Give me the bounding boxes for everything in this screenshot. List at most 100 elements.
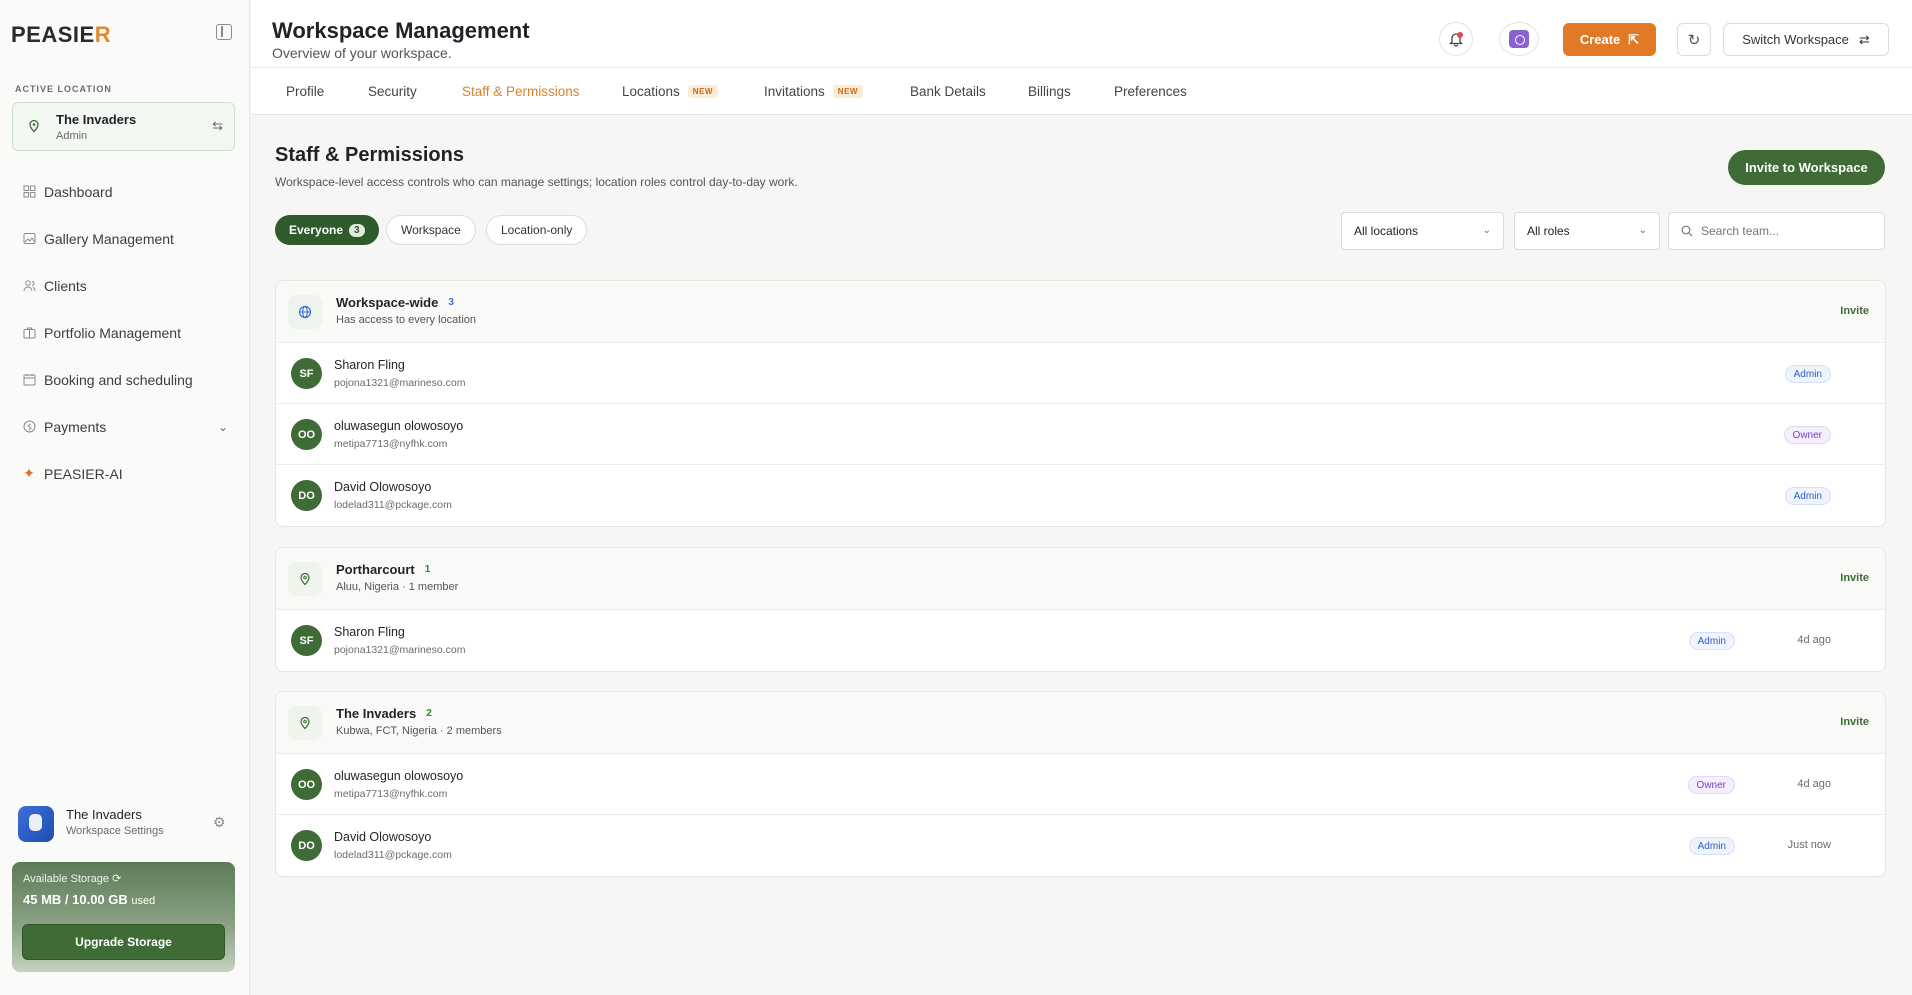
invite-link[interactable]: Invite [1840, 572, 1869, 584]
table-row[interactable]: OO oluwasegun olowosoyo metipa7713@nyfhk… [276, 404, 1885, 465]
workspace-avatar [18, 806, 54, 842]
group-workspace-wide: Workspace-wide 3 Has access to every loca… [275, 280, 1886, 527]
search-box[interactable] [1668, 212, 1885, 250]
main-content: Staff & Permissions Workspace-level acce… [251, 115, 1912, 995]
group-count: 1 [424, 564, 431, 575]
globe-icon [288, 295, 322, 329]
swap-icon[interactable]: ⇆ [212, 118, 223, 134]
member-email: pojona1321@marineso.com [334, 644, 466, 656]
sidebar: PEASIER ACTIVE LOCATION The Invaders Adm… [0, 0, 250, 995]
chevron-down-icon: ⌄ [1638, 225, 1647, 236]
group-subtitle: Kubwa, FCT, Nigeria · 2 members [336, 725, 502, 737]
sync-icon[interactable]: ⟳ [112, 873, 121, 885]
last-active: Just now [1787, 839, 1831, 851]
gallery-icon [22, 232, 36, 246]
filter-location-only[interactable]: Location-only [486, 215, 588, 245]
tab-billings[interactable]: Billings [1028, 84, 1071, 99]
sidebar-item-clients[interactable]: Clients [12, 262, 238, 309]
switch-workspace-button[interactable]: Switch Workspace ⇄ [1723, 23, 1889, 56]
search-input[interactable] [1701, 224, 1871, 238]
role-select[interactable]: All roles ⌄ [1514, 212, 1660, 250]
role-badge: Admin [1688, 837, 1735, 855]
member-email: metipa7713@nyfhk.com [334, 438, 448, 450]
table-row[interactable]: SF Sharon Fling pojona1321@marineso.com … [276, 610, 1885, 671]
invite-link[interactable]: Invite [1840, 716, 1869, 728]
table-row[interactable]: DO David Olowosoyo lodelad311@pckage.com… [276, 465, 1885, 526]
notifications-button[interactable] [1439, 22, 1473, 56]
filter-everyone[interactable]: Everyone 3 [275, 215, 379, 245]
member-name: oluwasegun olowosoyo [334, 769, 464, 783]
brand-logo[interactable]: PEASIER [11, 22, 111, 48]
sidebar-item-booking[interactable]: Booking and scheduling [12, 356, 238, 403]
table-row[interactable]: SF Sharon Fling pojona1321@marineso.com … [276, 343, 1885, 404]
sidebar-collapse-icon[interactable] [216, 24, 232, 40]
section-title: Staff & Permissions [275, 144, 464, 166]
sidebar-item-label: Payments [44, 418, 107, 435]
page-subtitle: Overview of your workspace. [272, 45, 452, 61]
chevron-down-icon[interactable]: ⌄ [218, 420, 228, 434]
group-count: 2 [426, 708, 432, 719]
invite-link[interactable]: Invite [1840, 305, 1869, 317]
group-subtitle: Has access to every location [336, 314, 477, 326]
member-name: Sharon Fling [334, 625, 405, 639]
tab-bank-details[interactable]: Bank Details [910, 84, 986, 99]
role-badge: Admin [1784, 365, 1831, 383]
active-location-name: The Invaders [56, 112, 137, 127]
upgrade-storage-button[interactable]: Upgrade Storage [22, 924, 225, 960]
storage-value: 45 MB / 10.00 GB used [23, 892, 156, 907]
group-name: Portharcourt 1 [336, 562, 431, 577]
sidebar-nav: Dashboard Gallery Management Clients Por… [12, 168, 238, 497]
tab-preferences[interactable]: Preferences [1114, 84, 1187, 99]
group-name: Workspace-wide 3 [336, 295, 454, 310]
location-pin-icon [288, 562, 322, 596]
sidebar-item-label: Gallery Management [44, 230, 174, 247]
workspace-settings-card[interactable]: The Invaders Workspace Settings ⚙ [18, 804, 238, 844]
sidebar-item-label: Dashboard [44, 183, 113, 200]
dashboard-icon [22, 185, 36, 199]
member-name: David Olowosoyo [334, 830, 432, 844]
active-location-role: Admin [56, 130, 88, 142]
avatar: OO [291, 769, 322, 800]
camera-icon [1509, 30, 1529, 48]
sidebar-item-payments[interactable]: $ Payments ⌄ [12, 403, 238, 450]
tab-invitations[interactable]: Invitations NEW [764, 84, 863, 99]
create-button[interactable]: Create ⇱ [1563, 23, 1656, 56]
group-count: 3 [448, 297, 454, 308]
refresh-button[interactable]: ↻ [1677, 23, 1711, 56]
avatar: OO [291, 419, 322, 450]
active-location-card[interactable]: The Invaders Admin ⇆ [12, 102, 235, 151]
sidebar-item-portfolio[interactable]: Portfolio Management [12, 309, 238, 356]
member-name: David Olowosoyo [334, 480, 432, 494]
location-select[interactable]: All locations ⌄ [1341, 212, 1504, 250]
group-header: Workspace-wide 3 Has access to every loca… [276, 281, 1885, 343]
section-description: Workspace-level access controls who can … [275, 175, 798, 189]
sidebar-item-gallery[interactable]: Gallery Management [12, 215, 238, 262]
tab-staff-permissions[interactable]: Staff & Permissions [462, 84, 580, 99]
new-badge: NEW [687, 85, 718, 98]
role-badge: Owner [1687, 776, 1735, 794]
group-header: The Invaders 2 Kubwa, FCT, Nigeria · 2 me… [276, 692, 1885, 754]
tab-profile[interactable]: Profile [286, 84, 324, 99]
calendar-icon [22, 373, 36, 387]
filter-workspace[interactable]: Workspace [386, 215, 476, 245]
table-row[interactable]: OO oluwasegun olowosoyo metipa7713@nyfhk… [276, 754, 1885, 815]
camera-button[interactable] [1499, 22, 1539, 56]
search-icon [1681, 225, 1693, 237]
invite-to-workspace-button[interactable]: Invite to Workspace [1728, 150, 1885, 185]
tab-security[interactable]: Security [368, 84, 417, 99]
count-badge: 3 [349, 223, 365, 237]
gear-icon[interactable]: ⚙ [213, 814, 227, 830]
group-header: Portharcourt 1 Aluu, Nigeria · 1 member I… [276, 548, 1885, 610]
storage-label: Available Storage ⟳ [23, 873, 122, 885]
sidebar-item-label: Clients [44, 277, 87, 294]
tab-locations[interactable]: Locations NEW [622, 84, 718, 99]
member-email: metipa7713@nyfhk.com [334, 788, 448, 800]
sidebar-item-peasier-ai[interactable]: ✦ PEASIER-AI [12, 450, 238, 497]
new-badge: NEW [832, 85, 863, 98]
export-icon: ⇱ [1628, 31, 1640, 47]
group-the-invaders: The Invaders 2 Kubwa, FCT, Nigeria · 2 me… [275, 691, 1886, 877]
table-row[interactable]: DO David Olowosoyo lodelad311@pckage.com… [276, 815, 1885, 876]
sidebar-item-dashboard[interactable]: Dashboard [12, 168, 238, 215]
portfolio-icon [22, 326, 36, 340]
member-email: lodelad311@pckage.com [334, 499, 452, 511]
